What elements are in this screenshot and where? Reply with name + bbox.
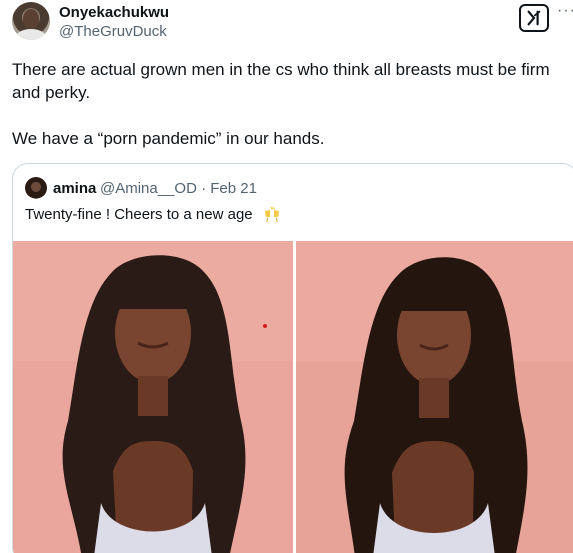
tweet[interactable]: Onyekachukwu @TheGruvDuck ··· There are … [0, 0, 573, 553]
grok-icon [527, 10, 541, 26]
avatar-face [23, 9, 39, 29]
avatar-shoulders [16, 29, 46, 40]
tweet-text: There are actual grown men in the cs who… [12, 60, 550, 148]
author-handle[interactable]: @TheGruvDuck [59, 23, 167, 40]
more-options-button[interactable]: ··· [557, 3, 573, 19]
quoted-tweet[interactable]: amina @Amina__OD · Feb 21 Twenty-fine ! … [12, 163, 573, 553]
quoted-author-name[interactable]: amina [53, 180, 96, 197]
quoted-author-avatar[interactable] [25, 177, 47, 199]
grok-button[interactable] [519, 4, 549, 32]
author-avatar[interactable] [12, 2, 50, 40]
portrait-image [296, 241, 573, 553]
quoted-tweet-text: Twenty-fine ! Cheers to a new age [25, 206, 253, 223]
quoted-photo-2[interactable] [296, 241, 573, 553]
portrait-image [13, 241, 293, 553]
quoted-photo-1[interactable] [13, 241, 293, 553]
author-name[interactable]: Onyekachukwu [59, 4, 169, 21]
quoted-author-meta[interactable]: @Amina__OD · Feb 21 [100, 180, 257, 197]
clinking-glasses-icon [265, 206, 279, 223]
